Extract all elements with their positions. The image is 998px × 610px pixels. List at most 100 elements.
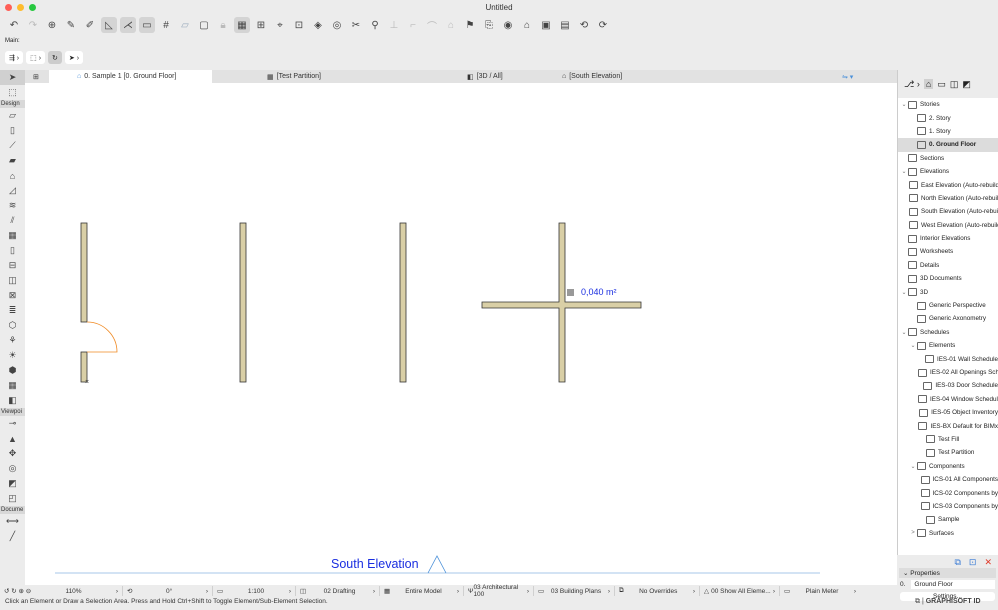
stair-tool[interactable]: ≋ [0,198,25,213]
publish-icon[interactable]: ⎘ [481,17,497,33]
wall-1a[interactable] [80,222,88,323]
navigator-item[interactable]: Sections [898,152,998,165]
elevation-marker-label[interactable]: South Elevation [331,557,419,571]
snap-points-icon[interactable]: ▭ [139,17,155,33]
new-view-icon[interactable]: ⧉ [954,557,960,567]
arrow-tool[interactable]: ➤ [0,70,25,85]
window-tool[interactable]: ⊟ [0,258,25,273]
navigator-item[interactable]: IES-01 Wall Schedule [898,352,998,365]
skylight-tool[interactable]: ◫ [0,273,25,288]
shell-tool[interactable]: ◿ [0,183,25,198]
sun-icon[interactable]: ◎ [329,17,345,33]
story-name-field[interactable]: Ground Floor [911,580,995,589]
navigator-item[interactable]: ⌄ Schedules [898,326,998,339]
chevron-icon[interactable]: ⌄ [909,342,917,349]
tab-test-partition[interactable]: ▦ [Test Partition] [212,70,387,83]
snap-guides-icon[interactable]: ⋌ [120,17,136,33]
clone-icon[interactable]: ⊡ [969,557,977,567]
tab-grid-icon[interactable]: ⊞ [25,70,49,83]
wall-cross[interactable] [481,222,642,383]
marquee-tool[interactable]: ⬚ [0,85,25,100]
navigator-item[interactable]: North Elevation (Auto-rebuild) [898,192,998,205]
publisher-icon[interactable]: ◩ [962,79,971,90]
angle-control[interactable]: ⟲ 0° › [123,586,213,596]
navigator-item[interactable]: IES-04 Window Schedule [898,393,998,406]
guide-lines-icon[interactable]: ◺ [101,17,117,33]
wall-3[interactable] [399,222,407,383]
navigator-item[interactable]: ICS-01 All Components [898,473,998,486]
railing-tool[interactable]: ⫽ [0,213,25,228]
navigator-item[interactable]: Interior Elevations [898,232,998,245]
chevron-icon[interactable]: ⌄ [900,289,908,296]
elevation-marker-icon[interactable] [427,555,447,574]
navigator-item[interactable]: Sample [898,513,998,526]
grid-icon[interactable]: # [158,17,174,33]
navigator-item[interactable]: ⌄ Stories [898,98,998,111]
redo-icon[interactable]: ↷ [25,17,41,33]
model-icon[interactable]: ⌂ [519,17,535,33]
undo-icon[interactable]: ↶ [6,17,22,33]
navigator-item[interactable]: ⌄ 3D [898,285,998,298]
magic-wand-icon[interactable]: ⚲ [367,17,383,33]
scale-control[interactable]: ▭ 1:100 › [213,586,296,596]
floor-plan-canvas[interactable]: × 0,040 m² South Elevation [25,83,897,585]
navigator-item[interactable]: ICS-03 Components by [898,500,998,513]
fit-icon[interactable]: ⌖ [272,17,288,33]
wall-1b[interactable] [80,351,88,383]
arrow-tool-button[interactable]: ➤ › [64,51,84,64]
split-icon[interactable]: ⌂ [443,17,459,33]
layout-book-icon[interactable]: ◫ [950,79,959,90]
slab-tool[interactable]: ▰ [0,153,25,168]
curtain-wall-tool[interactable]: ▦ [0,228,25,243]
navigator-item[interactable]: ⌄ Elements [898,339,998,352]
view-map-icon[interactable]: ▭ [937,79,946,90]
tab-menu-button[interactable]: ⇋ ▾ [812,70,872,83]
selection-method-button[interactable]: ⇶ › [5,51,24,64]
eyedropper-icon[interactable]: ✎ [63,17,79,33]
syringe-icon[interactable]: ✐ [82,17,98,33]
navigator-item[interactable]: East Elevation (Auto-rebuild) [898,178,998,191]
navigator-item[interactable]: ICS-02 Components by [898,486,998,499]
navigator-item[interactable]: Worksheets [898,245,998,258]
transform-icon[interactable]: ◈ [310,17,326,33]
curve-icon[interactable]: ⌒ [424,17,440,33]
door-tool[interactable]: ▯ [0,243,25,258]
rotate-button[interactable]: ↻ [48,51,62,64]
navigator-item[interactable]: Generic Perspective [898,299,998,312]
section-tool[interactable]: ⊸ [0,416,25,431]
pen-set-control[interactable]: Ψ 03 Architectural 100 › [464,584,534,598]
navigator-item[interactable]: > Surfaces [898,527,998,540]
lock-icon[interactable]: 🔒︎ [215,17,231,33]
suspend-groups-icon[interactable]: ▦ [234,17,250,33]
chevron-icon[interactable]: ⌄ [900,101,908,108]
wall-2[interactable] [239,222,247,383]
chevron-icon[interactable]: ⌄ [900,329,908,336]
navigator-item[interactable]: Generic Axonometry [898,312,998,325]
tab-ground-floor[interactable]: ⌂ 0. Sample 1 [0. Ground Floor] [49,70,212,83]
fillet-icon[interactable]: ⌐ [405,17,421,33]
elevation-tool[interactable]: ▲ [0,431,25,446]
flag-icon[interactable]: ⚑ [462,17,478,33]
tab-3d-all[interactable]: ◧ [3D / All] [387,70,542,83]
navigator-item[interactable]: South Elevation (Auto-rebuild) [898,205,998,218]
navigator-item[interactable]: IES-03 Door Schedule [898,379,998,392]
morph-tool[interactable]: ⚘ [0,333,25,348]
model-filter-control[interactable]: ▦ Entire Model › [380,586,464,596]
worksheet-tool[interactable]: ◎ [0,461,25,476]
overrides-control[interactable]: ⧉ No Overrides › [615,586,700,596]
beam-tool[interactable]: ⟋ [0,138,25,153]
teamwork-icon[interactable]: ⟳ [595,17,611,33]
navigator-item[interactable]: 1. Story [898,125,998,138]
zone-tool[interactable]: ⬡ [0,318,25,333]
marquee-method-button[interactable]: ⬚ › [26,51,46,64]
navigator-item[interactable]: Test Fill [898,433,998,446]
group-icon[interactable]: ⊡ [291,17,307,33]
dimension-tool[interactable]: ⟷ [0,514,25,529]
interior-elevation-tool[interactable]: ✥ [0,446,25,461]
detail-tool[interactable]: ◩ [0,476,25,491]
zoom-control[interactable]: ↺ ↻ ⊕ ⊖ 110% › [0,586,123,596]
zoom-icons[interactable]: ↺ ↻ ⊕ ⊖ [4,587,31,595]
navigator-item[interactable]: Test Partition [898,446,998,459]
area-label[interactable]: 0,040 m² [581,287,617,297]
object-tool[interactable]: ⊠ [0,288,25,303]
